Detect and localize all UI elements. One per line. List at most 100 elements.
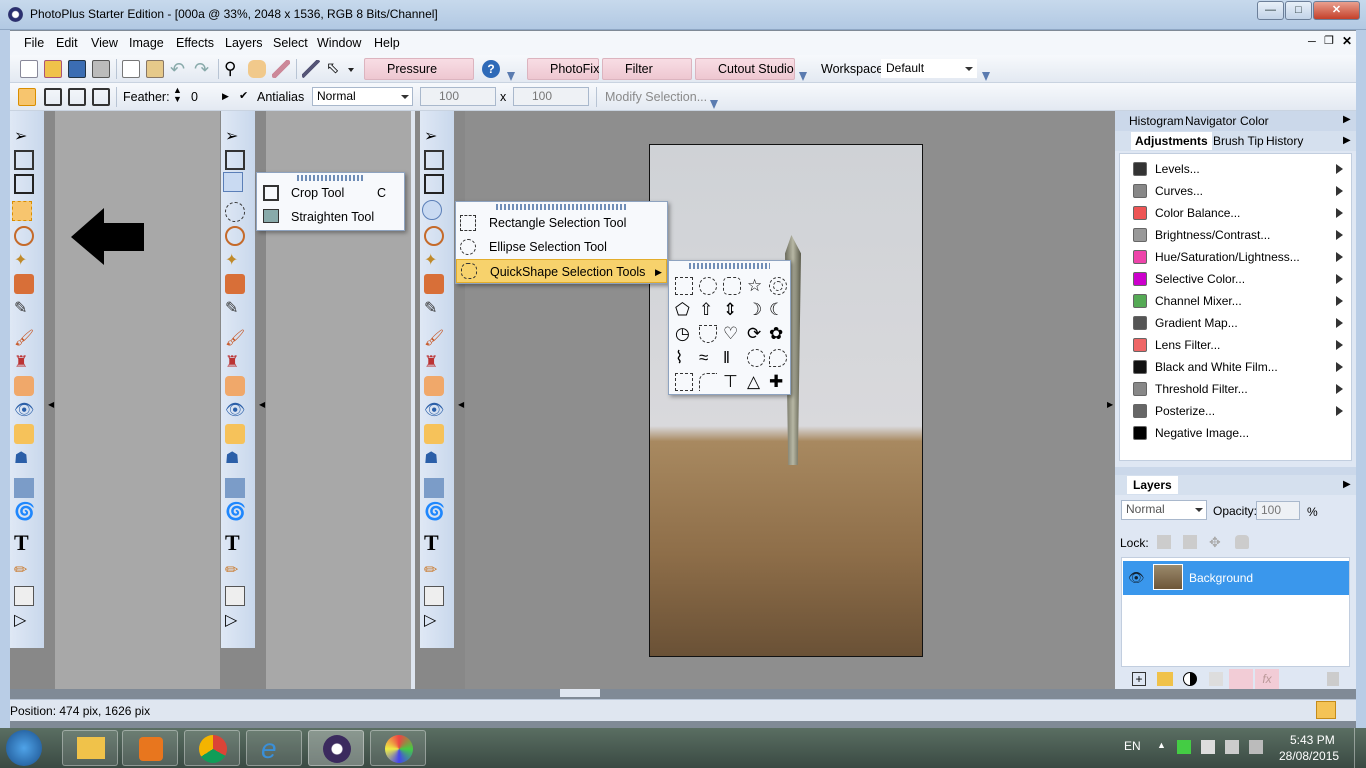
magic-wand-icon[interactable]: ✦ bbox=[225, 250, 245, 270]
shape-tool-icon[interactable] bbox=[14, 586, 34, 606]
qs-triangle-icon[interactable]: △ bbox=[747, 373, 765, 391]
move-tool-icon[interactable]: ➢ bbox=[225, 126, 245, 146]
collapse-left-icon[interactable]: ◀ bbox=[458, 400, 464, 409]
qs-pie-icon[interactable]: ◷ bbox=[675, 325, 693, 343]
crop-tool-icon[interactable] bbox=[14, 174, 34, 194]
qs-crescent-icon[interactable]: ☾ bbox=[769, 301, 787, 319]
adjustment-item[interactable]: Threshold Filter... bbox=[1127, 378, 1349, 400]
adjustment-item[interactable]: Lens Filter... bbox=[1127, 334, 1349, 356]
pressure-studio-button[interactable]: Pressure Studio bbox=[364, 58, 474, 96]
qs-rectangle-icon[interactable] bbox=[675, 277, 693, 295]
patch-tool-icon[interactable] bbox=[14, 376, 34, 396]
clone-tool-icon[interactable]: ♜ bbox=[225, 352, 245, 372]
qs-balloon-icon[interactable] bbox=[675, 373, 693, 391]
photofix-button[interactable]: PhotoFix bbox=[527, 58, 599, 80]
adjustment-item[interactable]: Brightness/Contrast... bbox=[1127, 224, 1349, 246]
qs-tshape-icon[interactable]: ⊤ bbox=[723, 373, 741, 391]
new-group-icon[interactable] bbox=[1157, 672, 1173, 686]
maximize-button[interactable]: □ bbox=[1285, 1, 1312, 20]
adjustment-item[interactable]: Curves... bbox=[1127, 180, 1349, 202]
tab-color[interactable]: Color bbox=[1240, 112, 1269, 130]
tab-history[interactable]: History bbox=[1266, 132, 1303, 150]
tray-volume-icon[interactable] bbox=[1249, 740, 1263, 754]
taskbar-paint[interactable] bbox=[370, 730, 426, 766]
show-desktop-button[interactable] bbox=[1354, 728, 1366, 768]
selection-brush-icon[interactable] bbox=[424, 274, 444, 294]
feather-spinner-icon[interactable]: ▲ ▼ bbox=[173, 86, 182, 104]
eraser-icon[interactable] bbox=[225, 424, 245, 444]
adjustment-item[interactable]: Gradient Map... bbox=[1127, 312, 1349, 334]
selection-brush-icon[interactable] bbox=[225, 274, 245, 294]
tab-navigator[interactable]: Navigator bbox=[1185, 112, 1236, 130]
menu-file[interactable]: File bbox=[24, 36, 44, 50]
magic-wand-icon[interactable]: ✦ bbox=[14, 250, 34, 270]
paintbrush-icon[interactable]: 🖌 bbox=[14, 328, 34, 348]
adjustment-expand-icon[interactable] bbox=[1336, 340, 1343, 350]
adjustment-expand-icon[interactable] bbox=[1336, 164, 1343, 174]
patch-tool-icon[interactable] bbox=[225, 376, 245, 396]
adjustment-expand-icon[interactable] bbox=[1336, 208, 1343, 218]
flood-fill-icon[interactable]: ☗ bbox=[14, 448, 34, 468]
ellipse-selection-icon[interactable] bbox=[422, 200, 442, 220]
paintbrush-icon[interactable]: 🖌 bbox=[424, 328, 444, 348]
magic-wand-icon[interactable]: ✦ bbox=[424, 250, 444, 270]
qs-wave-icon[interactable]: ≈ bbox=[699, 349, 717, 367]
twirl-tool-icon[interactable]: 🌀 bbox=[14, 502, 35, 522]
lock-position-icon[interactable]: ✥ bbox=[1209, 535, 1223, 549]
pointer-icon[interactable]: ⬁ bbox=[326, 60, 344, 78]
menu-help[interactable]: Help bbox=[374, 36, 400, 50]
adjustment-item[interactable]: Posterize... bbox=[1127, 400, 1349, 422]
deform-tool-icon[interactable] bbox=[14, 150, 34, 170]
qs-donut-icon[interactable] bbox=[769, 277, 787, 295]
layers-title[interactable]: Layers bbox=[1127, 476, 1178, 494]
menu-layers[interactable]: Layers bbox=[225, 36, 263, 50]
collapse-right-icon[interactable]: ▶ bbox=[1107, 400, 1113, 409]
twirl-tool-icon[interactable]: 🌀 bbox=[225, 502, 246, 522]
tab-histogram[interactable]: Histogram bbox=[1129, 112, 1184, 130]
lock-all-icon[interactable] bbox=[1235, 535, 1249, 549]
warp-tool-icon[interactable] bbox=[424, 478, 444, 498]
selection-mode-intersect-icon[interactable] bbox=[92, 88, 110, 106]
tray-app-icon[interactable] bbox=[1177, 740, 1191, 754]
zoom-icon[interactable]: ⚲ bbox=[224, 60, 242, 78]
copy-icon[interactable] bbox=[122, 60, 140, 78]
menu-edit[interactable]: Edit bbox=[56, 36, 78, 50]
flood-fill-icon[interactable]: ☗ bbox=[225, 448, 245, 468]
qs-star-icon[interactable]: ☆ bbox=[747, 277, 765, 295]
warp-tool-icon[interactable] bbox=[14, 478, 34, 498]
clock-time[interactable]: 5:43 PM bbox=[1290, 733, 1335, 747]
taskbar-media-player[interactable] bbox=[122, 730, 178, 766]
panel-expand-icon[interactable]: ▶ bbox=[1343, 114, 1351, 125]
cutout-studio-button[interactable]: Cutout Studio bbox=[695, 58, 795, 80]
adjustment-item[interactable]: Color Balance... bbox=[1127, 202, 1349, 224]
paste-icon[interactable] bbox=[146, 60, 164, 78]
menu-image[interactable]: Image bbox=[129, 36, 164, 50]
app-icon[interactable] bbox=[8, 7, 23, 22]
hand-icon[interactable] bbox=[248, 60, 266, 78]
clone-tool-icon[interactable]: ♜ bbox=[424, 352, 444, 372]
new-file-icon[interactable] bbox=[20, 60, 38, 78]
qs-spiral-icon[interactable]: ⟳ bbox=[747, 325, 765, 343]
taskbar-photoplus[interactable] bbox=[308, 730, 364, 766]
qs-moon-icon[interactable]: ☽ bbox=[747, 301, 765, 319]
adjustment-item[interactable]: Levels... bbox=[1127, 158, 1349, 180]
lasso-tool-icon[interactable] bbox=[424, 226, 444, 246]
adjustment-expand-icon[interactable] bbox=[1336, 252, 1343, 262]
qs-speech-icon[interactable] bbox=[769, 349, 787, 367]
flood-fill-icon[interactable]: ☗ bbox=[424, 448, 444, 468]
fx-icon[interactable]: fx bbox=[1255, 669, 1279, 689]
qs-callout-icon[interactable] bbox=[747, 349, 765, 367]
selection-tool-icon[interactable] bbox=[12, 201, 32, 221]
delete-layer-icon[interactable] bbox=[1327, 672, 1339, 686]
adjustment-expand-icon[interactable] bbox=[1336, 362, 1343, 372]
shape-tool-icon[interactable] bbox=[424, 586, 444, 606]
crop-tool-icon[interactable] bbox=[223, 172, 243, 192]
adjustment-expand-icon[interactable] bbox=[1336, 186, 1343, 196]
qs-corner-icon[interactable] bbox=[699, 373, 717, 391]
pen-tool-icon[interactable]: ✏ bbox=[225, 560, 245, 580]
tray-flag-icon[interactable] bbox=[1201, 740, 1215, 754]
crop-tool-item[interactable]: Crop Tool C bbox=[257, 181, 404, 205]
twirl-tool-icon[interactable]: 🌀 bbox=[424, 502, 445, 522]
filter-gallery-button[interactable]: Filter Gallery bbox=[602, 58, 692, 96]
adjustment-item[interactable]: Black and White Film... bbox=[1127, 356, 1349, 378]
